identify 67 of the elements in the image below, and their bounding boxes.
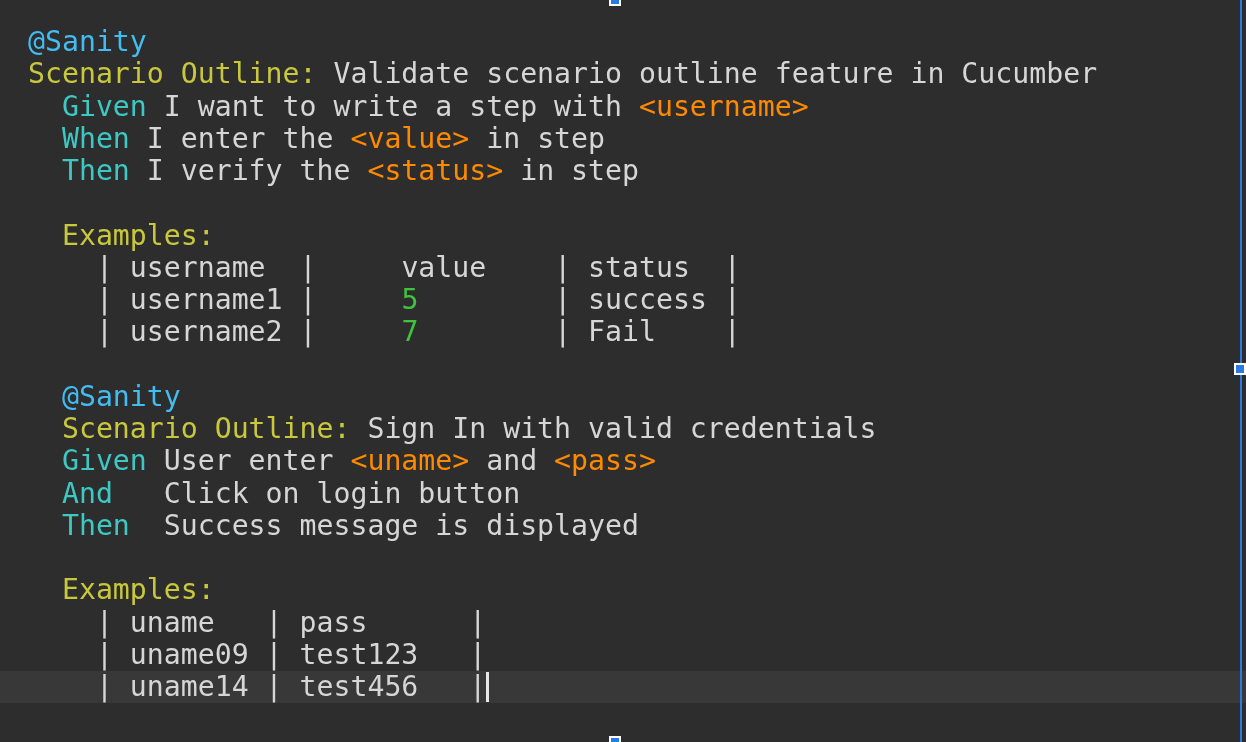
table-separator: | <box>299 284 317 317</box>
step-keyword: Then <box>60 155 130 188</box>
keyword: Scenario Outline: <box>60 413 351 446</box>
table-separator: | <box>554 251 572 284</box>
step-text: Success message is displayed <box>162 509 639 542</box>
parameter: <uname> <box>350 445 470 478</box>
table-cell-text: username2 <box>128 316 284 349</box>
table-separator: | <box>723 251 741 284</box>
table-separator: | <box>94 638 113 671</box>
table-cell-text: status <box>587 251 691 284</box>
step-keyword: And <box>60 477 113 510</box>
step-keyword: Given <box>60 445 147 478</box>
table-separator: | <box>723 284 741 317</box>
parameter: <pass> <box>554 445 656 478</box>
code-editor[interactable] <box>0 0 1246 742</box>
table-separator: | <box>554 284 572 317</box>
step-text: User enter <box>162 445 335 478</box>
table-cell-text: success <box>587 284 708 317</box>
table-separator: | <box>94 606 113 639</box>
tag-text: @Sanity <box>28 26 147 59</box>
table-separator: | <box>95 251 113 284</box>
table-cell-text: username <box>129 251 267 284</box>
tag-text: @Sanity <box>60 380 181 413</box>
table-cell-text: pass <box>298 606 369 639</box>
table-separator: | <box>265 638 283 671</box>
table-separator: | <box>94 671 113 704</box>
table-separator: | <box>299 251 317 284</box>
table-cell-text: test123 <box>298 638 420 671</box>
table-cell-text: value <box>400 251 488 284</box>
table-separator: | <box>469 671 487 704</box>
table-separator: | <box>265 606 283 639</box>
table-cell-text: uname09 <box>128 638 250 671</box>
parameter: <status> <box>367 155 504 188</box>
step-text: in step <box>519 155 639 188</box>
parameter: <value> <box>350 122 470 155</box>
step-keyword: Given <box>60 90 147 123</box>
step-text: I enter the <box>145 122 335 155</box>
text-cursor <box>486 672 490 703</box>
table-cell-text: username1 <box>128 284 284 317</box>
table-separator: | <box>469 606 487 639</box>
step-text: Sign In with valid credentials <box>366 413 877 446</box>
table-separator: | <box>94 284 113 317</box>
step-text: Click on login button <box>162 477 521 510</box>
parameter: <username> <box>638 90 809 123</box>
table-separator: | <box>554 316 572 349</box>
step-keyword: Then <box>60 509 130 542</box>
step-text: in step <box>486 122 605 155</box>
step-keyword: When <box>60 122 130 155</box>
step-text: I want to write a step with <box>162 90 623 123</box>
step-text: Validate scenario outline feature in Cucumber <box>332 58 1098 91</box>
keyword: Examples: <box>60 219 215 252</box>
table-cell-text: test456 <box>298 671 420 704</box>
table-cell-text: uname <box>128 606 216 639</box>
number-value: 5 <box>400 284 420 317</box>
number-value: 7 <box>400 316 420 349</box>
table-separator: | <box>265 671 283 704</box>
table-separator: | <box>723 316 741 349</box>
resize-handle[interactable] <box>1234 363 1246 375</box>
step-text: and <box>485 445 539 478</box>
table-cell-text: Fail <box>587 316 657 349</box>
table-cell-text: uname14 <box>128 671 250 704</box>
table-separator: | <box>299 316 317 349</box>
keyword: Examples: <box>60 574 215 607</box>
table-separator: | <box>94 316 113 349</box>
step-text: I verify the <box>145 155 352 188</box>
keyword: Scenario Outline: <box>28 58 317 91</box>
table-separator: | <box>469 638 487 671</box>
